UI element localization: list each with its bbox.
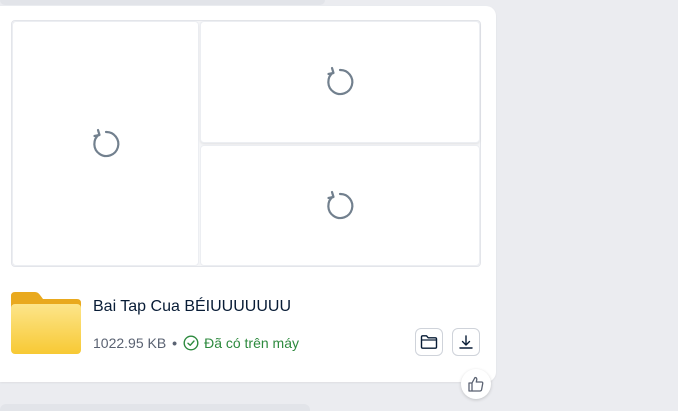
folder-file-icon (11, 290, 81, 354)
download-status-text: Đã có trên máy (204, 335, 300, 351)
download-status: Đã có trên máy (183, 335, 299, 351)
reaction-like-button[interactable] (461, 369, 491, 399)
meta-separator: • (172, 335, 178, 351)
media-tile-loading[interactable] (200, 145, 480, 266)
reload-icon (89, 127, 123, 161)
next-message-edge (0, 404, 310, 411)
media-tile-loading[interactable] (200, 21, 480, 143)
download-icon (459, 335, 473, 349)
reload-icon (323, 189, 357, 223)
file-attachment[interactable]: Bai Tap Cua BÉIUUUUUUU 1022.95 KB • Đã c… (11, 288, 483, 360)
media-preview-grid (11, 20, 481, 267)
previous-message-edge (0, 0, 325, 5)
reload-icon (323, 65, 357, 99)
check-circle-icon (183, 335, 199, 351)
file-size: 1022.95 KB (93, 335, 167, 351)
folder-outline-icon (420, 335, 438, 349)
thumbs-up-icon (468, 376, 484, 392)
open-folder-button[interactable] (415, 328, 443, 356)
file-message-bubble: Bai Tap Cua BÉIUUUUUUU 1022.95 KB • Đã c… (0, 6, 496, 382)
download-button[interactable] (452, 328, 480, 356)
media-tile-loading[interactable] (12, 21, 199, 266)
file-name[interactable]: Bai Tap Cua BÉIUUUUUUU (93, 298, 291, 316)
file-meta: 1022.95 KB • Đã có trên máy (93, 335, 299, 351)
